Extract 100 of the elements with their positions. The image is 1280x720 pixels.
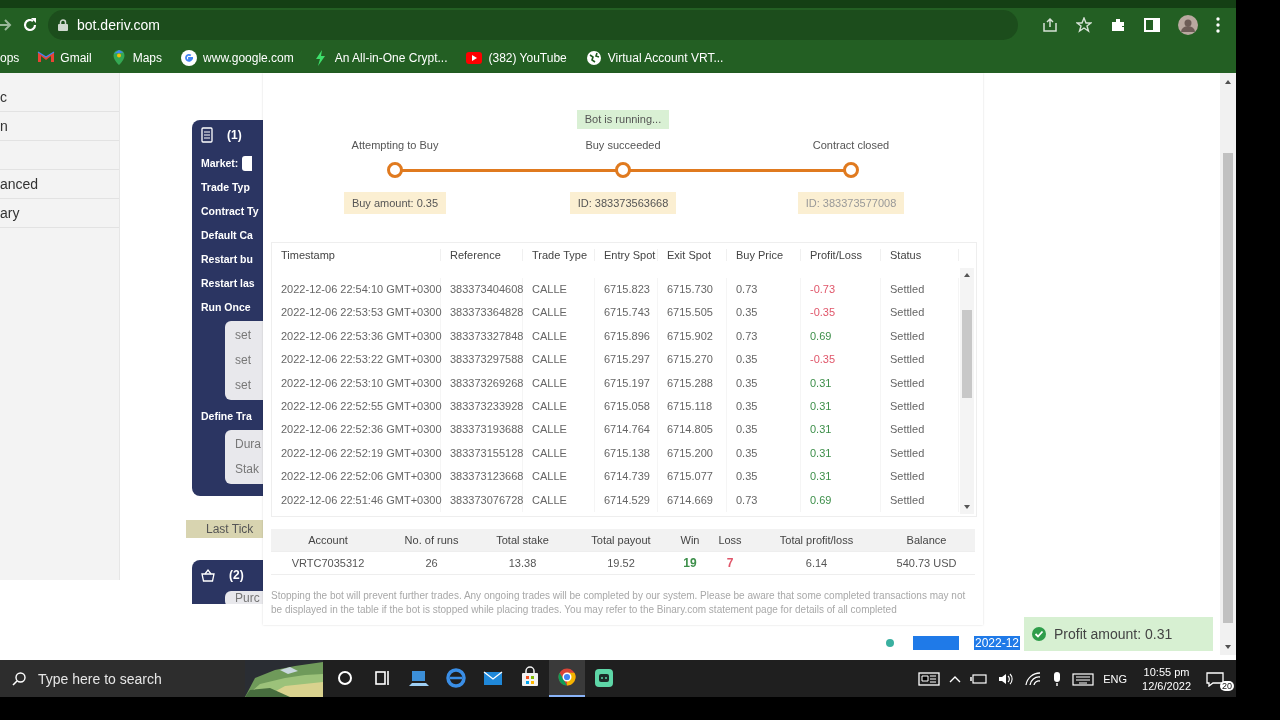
table-cell: 0.73 <box>727 488 801 512</box>
table-cell: Settled <box>881 394 959 419</box>
table-cell: 383373404608 <box>441 278 523 302</box>
table-cell: 26 <box>425 557 438 569</box>
block-label: Run Once <box>201 301 251 313</box>
sidebar-item[interactable]: n <box>0 112 119 141</box>
dropdown-field[interactable] <box>242 155 253 171</box>
table-cell: 2022-12-06 22:52:06 GMT+0300 <box>272 465 441 489</box>
table-cell: VRTC7035312 <box>291 557 365 569</box>
column-header: Reference <box>441 249 523 261</box>
star-icon[interactable] <box>1076 17 1092 33</box>
table-cell: CALLE <box>523 301 595 325</box>
purchase-block[interactable]: Purc <box>235 591 263 604</box>
set-block[interactable]: set <box>235 323 263 348</box>
table-cell: 19.52 <box>607 557 635 569</box>
table-cell: 6715.823 <box>595 278 658 302</box>
chat-bubble-icon <box>1206 670 1224 687</box>
block-label: Restart las <box>201 277 255 289</box>
clock[interactable]: 10:55 pm 12/6/2022 <box>1136 664 1197 693</box>
table-cell: Settled <box>881 324 959 349</box>
column-header: Profit/Loss <box>801 249 881 261</box>
column-header: Trade Type <box>523 249 595 261</box>
block-label: Default Ca <box>201 229 253 241</box>
table-cell: 383373076728 <box>441 488 523 512</box>
back-icon[interactable] <box>0 18 12 32</box>
last-tick-block[interactable]: Last Tick <box>186 520 263 538</box>
extensions-icon[interactable] <box>1110 17 1126 33</box>
table-cell: 2022-12-06 22:54:10 GMT+0300 <box>272 278 441 302</box>
table-cell: CALLE <box>523 371 595 395</box>
bookmark[interactable]: Maps <box>109 48 163 67</box>
sidebar-item[interactable]: c <box>0 83 119 112</box>
set-block[interactable]: set <box>235 373 263 398</box>
table-cell: CALLE <box>523 324 595 349</box>
option-block[interactable]: Stak <box>235 457 263 482</box>
table-cell: 383373193688 <box>441 418 523 442</box>
step-tag: ID: 383373563668 <box>569 192 677 214</box>
table-cell: 6715.505 <box>658 301 727 325</box>
column-header: Buy Price <box>727 249 801 261</box>
table-cell: -0.35 <box>801 301 881 325</box>
table-cell: 0.35 <box>727 348 801 372</box>
block-label: Market: <box>201 157 239 169</box>
scrollbar[interactable] <box>960 268 974 514</box>
bookmark[interactable]: www.google.com <box>180 48 294 67</box>
table-cell: 6714.805 <box>658 418 727 442</box>
scrollbar[interactable] <box>1220 73 1236 655</box>
table-cell: 383373233928 <box>441 394 523 419</box>
step-tag: Buy amount: 0.35 <box>343 192 447 214</box>
table-cell: 6714.529 <box>595 488 658 512</box>
sidebar-item[interactable]: anced <box>0 170 119 199</box>
bookmark[interactable]: Virtual Account VRT... <box>584 48 724 67</box>
code-block[interactable]: (1) Market: Trade Typ Contract Ty Default Ca Restart bu Restart las Run Once set set set Define Tra Dura Stak <box>192 120 263 496</box>
table-cell: 6715.077 <box>658 465 727 489</box>
language-indicator[interactable]: ENG <box>1103 672 1128 685</box>
step-tag: ID: 383373577008 <box>797 192 905 214</box>
column-header: No. of runs <box>403 534 460 546</box>
selected-text: 2022-12 <box>974 635 1021 650</box>
reload-icon[interactable] <box>22 17 38 33</box>
table-cell: 0.31 <box>801 371 881 395</box>
bookmark[interactable]: ops <box>0 50 20 65</box>
news-icon[interactable] <box>918 670 941 687</box>
bookmark[interactable]: (382) YouTube <box>465 48 567 67</box>
step-label: Buy succeeded <box>585 139 661 153</box>
search-field[interactable]: Type here to search <box>0 660 323 697</box>
option-block[interactable]: Dura <box>235 432 263 457</box>
table-cell: 6715.730 <box>658 278 727 302</box>
google-icon <box>180 48 199 67</box>
chrome-icon[interactable] <box>549 660 585 697</box>
table-cell: Settled <box>881 465 959 489</box>
table-cell: 6.14 <box>805 557 828 569</box>
set-block[interactable]: set <box>235 348 263 373</box>
table-cell: Settled <box>881 278 959 302</box>
step-marker <box>387 162 403 178</box>
share-icon[interactable] <box>1042 17 1058 33</box>
table-cell: 2022-12-06 22:53:22 GMT+0300 <box>272 348 441 372</box>
table-cell: 0.35 <box>727 441 801 466</box>
address-bar[interactable]: bot.deriv.com <box>48 10 1018 40</box>
code-block[interactable]: (2) Purc <box>192 560 263 604</box>
wifi-icon[interactable] <box>1024 670 1043 687</box>
menu-icon[interactable] <box>1216 17 1220 33</box>
table-cell: 0.35 <box>727 418 801 442</box>
table-cell: 2022-12-06 22:53:10 GMT+0300 <box>272 371 441 395</box>
keyboard-icon[interactable] <box>1072 670 1095 687</box>
block-label: Restart bu <box>201 253 253 265</box>
bookmark[interactable]: An All-in-One Crypt... <box>311 48 448 67</box>
search-icon <box>12 671 26 686</box>
lock-icon <box>58 19 68 31</box>
avatar-icon[interactable] <box>1178 15 1198 35</box>
sidebar-icon[interactable] <box>1144 17 1160 33</box>
block-number: (1) <box>227 128 242 142</box>
step-marker <box>843 162 859 178</box>
sidebar-item[interactable]: ary <box>0 199 119 228</box>
table-cell: 6714.739 <box>595 465 658 489</box>
disclaimer-text: Stopping the bot will prevent further trades. Any ongoing trades will be completed by our system. Please be aware that some completed transactions may not be displayed in the table if the bot is stopped while placing trades. You may refer to the Binary.com statement page for details of all completed <box>271 589 967 617</box>
table-cell: 0.35 <box>727 301 801 325</box>
table-cell: CALLE <box>523 488 595 512</box>
table-cell: 6715.058 <box>595 394 658 419</box>
table-cell: 0.31 <box>801 418 881 442</box>
table-cell: 0.31 <box>801 465 881 489</box>
bookmark[interactable]: Gmail <box>37 48 92 67</box>
table-cell: 2022-12-06 22:53:36 GMT+0300 <box>272 324 441 349</box>
